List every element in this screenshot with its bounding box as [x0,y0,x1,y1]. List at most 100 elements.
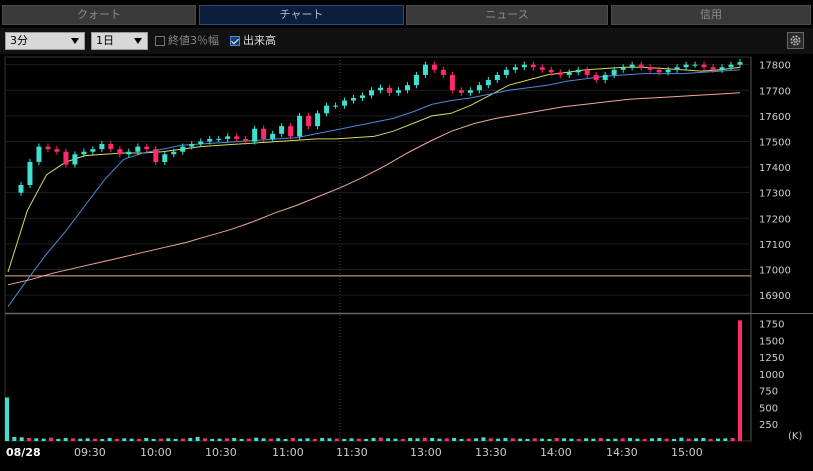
candle-body [297,115,303,137]
volume-bar [378,437,383,441]
volume-panel [4,313,752,442]
candle-body [386,87,392,93]
volume-bar [672,438,677,441]
volume-bar [188,437,193,441]
chevron-down-icon [71,38,79,44]
volume-bar [437,438,442,441]
volume-bar [327,438,332,441]
candle-body [288,126,294,137]
volume-bar [224,438,229,441]
candle-body [458,90,464,93]
candle-body [557,72,563,75]
volume-bar [210,438,215,441]
volume-bar [393,438,398,441]
tab-margin[interactable]: 信用 [611,5,811,25]
candle-body [548,69,554,73]
volume-checkbox[interactable] [230,36,240,46]
candle-body [728,64,734,68]
candle-body [476,85,482,91]
volume-bar [364,438,369,441]
interval-select[interactable]: 3分 [5,32,85,50]
volume-bar [305,438,310,441]
price-chart[interactable]: 17800 17700 17600 17500 17400 17300 17200 17100… [0,55,813,467]
candle-body [360,95,366,98]
volume-bar [342,438,347,441]
volume-bar [26,437,31,441]
volume-bar [261,438,266,441]
volume-bar [232,437,237,441]
volume-bar [701,437,706,441]
volume-bar [19,437,24,441]
candle-body [243,138,249,142]
candle-body [629,64,635,68]
candle-body [737,62,743,65]
volume-bar [386,438,391,441]
volume-tick-label: 750 [759,387,778,398]
candle-body [638,64,644,68]
volume-bar [576,438,581,441]
time-tick-label: 14:30 [606,446,638,459]
candle-body [342,100,348,106]
volume-bar [312,438,317,441]
volume-bar [254,437,259,441]
candle-body [306,115,312,127]
chart-area[interactable]: 17800 17700 17600 17500 17400 17300 17200 17100… [0,55,813,467]
volume-bar [408,437,413,441]
candle-body [189,144,195,147]
candle-body [153,149,159,162]
candle-body [467,90,473,93]
price-tick-label: 17300 [759,189,791,200]
candle-body [252,128,258,142]
close-pct-label: 終値3％幅 [168,34,219,47]
volume-bar [628,437,633,441]
candle-body [395,90,401,93]
volume-bar [56,438,61,441]
volume-bar [518,438,523,441]
volume-bar [41,438,46,441]
tab-bar: クォート チャート ニュース 信用 [0,0,813,27]
volume-bar [738,320,742,441]
volume-bar [532,438,537,441]
price-tick-label: 17000 [759,265,791,276]
volume-bar [503,437,508,441]
volume-bar [540,438,545,441]
volume-bar [400,438,405,441]
volume-bar [620,438,625,441]
tab-chart[interactable]: チャート [199,5,404,25]
tab-quote[interactable]: クォート [2,5,196,25]
candle-body [36,146,42,162]
close-pct-checkbox[interactable] [155,36,165,46]
volume-bar [349,438,354,441]
period-select[interactable]: 1日 [91,32,148,50]
candle-body [602,74,608,81]
candle-body [216,138,222,140]
volume-bar [144,437,149,441]
candle-body [611,69,617,75]
volume-bar [730,437,735,441]
candle-body [315,113,321,127]
time-tick-label: 11:00 [272,446,304,459]
settings-button[interactable] [787,32,804,49]
volume-bar [217,438,222,441]
candle-body [207,138,213,142]
price-tick-label: 17600 [759,112,791,123]
volume-bar [569,438,574,441]
candle-body [494,74,500,81]
candle-body [27,161,33,185]
volume-bar [320,437,325,441]
candle-body [440,69,446,75]
candle-body [171,151,177,155]
candle-body [575,69,581,73]
volume-bar [657,437,662,441]
candle-body [261,128,267,139]
price-tick-label: 17100 [759,240,791,251]
candle-body [431,64,437,70]
volume-bar [496,438,501,441]
candle-body [647,67,653,70]
volume-bar [202,438,207,441]
tab-news[interactable]: ニュース [406,5,608,25]
candle-body [503,69,509,75]
candle-body [126,151,132,155]
volume-bar [173,438,178,441]
volume-tick-label: 1000 [759,370,784,381]
